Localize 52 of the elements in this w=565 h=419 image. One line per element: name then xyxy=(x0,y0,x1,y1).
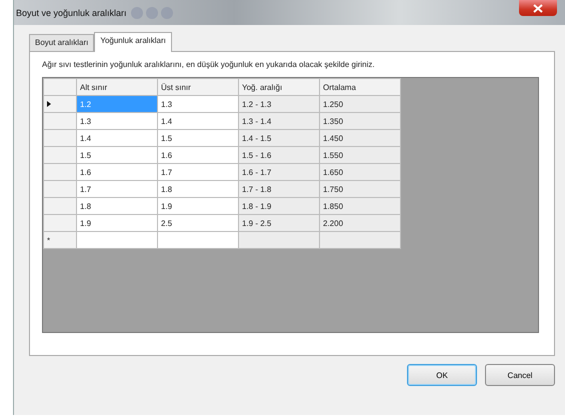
table-cell[interactable]: 1.850 xyxy=(320,198,400,214)
table-cell[interactable] xyxy=(158,232,238,248)
table-cell[interactable]: 1.5 xyxy=(158,130,238,146)
table-cell[interactable]: 1.2 - 1.3 xyxy=(238,96,320,112)
close-button[interactable] xyxy=(519,0,557,16)
table-cell[interactable]: 2.5 xyxy=(158,214,238,232)
table-cell[interactable] xyxy=(238,232,320,248)
table-cell[interactable]: 1.8 xyxy=(76,198,158,214)
table-cell[interactable] xyxy=(320,232,400,248)
table-cell[interactable]: 1.5 - 1.6 xyxy=(238,146,320,164)
table-cell[interactable]: 1.8 - 1.9 xyxy=(238,198,320,214)
table-cell[interactable] xyxy=(76,232,158,248)
table-cell[interactable]: 1.9 xyxy=(76,214,158,232)
table-cell[interactable]: 1.250 xyxy=(320,96,400,112)
table-cell[interactable]: 1.9 xyxy=(158,198,238,214)
table-cell[interactable]: 1.550 xyxy=(320,146,400,164)
table-cell[interactable]: 2.200 xyxy=(320,214,400,232)
table-cell[interactable]: 1.7 xyxy=(76,180,158,198)
table-cell[interactable]: 1.450 xyxy=(320,130,400,146)
table-cell[interactable]: 1.7 xyxy=(158,164,238,180)
instruction-text: Ağır sıvı testlerinin yoğunluk aralıklarını, en düşük yoğunluk en yukarıda olacak şekilde giriniz. xyxy=(42,60,376,69)
table-cell[interactable]: 1.6 - 1.7 xyxy=(238,164,320,180)
table-cell[interactable]: 1.4 - 1.5 xyxy=(238,130,320,146)
table-cell[interactable]: 1.350 xyxy=(320,112,400,130)
tab[interactable]: Boyut aralıkları xyxy=(29,34,94,51)
table-cell[interactable]: 1.4 xyxy=(76,130,158,146)
table-cell[interactable]: 1.8 xyxy=(158,180,238,198)
tab[interactable]: Yoğunluk aralıkları xyxy=(94,32,172,52)
table-cell[interactable]: 1.9 - 2.5 xyxy=(238,214,320,232)
table-cell[interactable]: 1.3 xyxy=(158,96,238,112)
title-bar-icons xyxy=(130,6,173,18)
table-cell[interactable]: 1.650 xyxy=(320,164,400,180)
column-header[interactable]: Alt sınır xyxy=(76,78,158,96)
table-cell[interactable]: 1.6 xyxy=(158,146,238,164)
table-cell[interactable]: 1.5 xyxy=(76,146,158,164)
row-header-corner xyxy=(44,78,76,96)
ok-button[interactable]: OK xyxy=(407,364,477,386)
table-cell[interactable]: 1.7 - 1.8 xyxy=(238,180,320,198)
table-cell[interactable]: 1.4 xyxy=(158,112,238,130)
table-cell[interactable]: 1.6 xyxy=(76,164,158,180)
cancel-button[interactable]: Cancel xyxy=(485,364,555,386)
close-icon xyxy=(533,4,543,12)
table-cell[interactable]: 1.750 xyxy=(320,180,400,198)
column-header[interactable]: Yoğ. aralığı xyxy=(238,78,320,96)
window-title: Boyut ve yoğunluk aralıkları xyxy=(16,8,127,18)
current-row-icon xyxy=(47,100,51,106)
column-header[interactable]: Üst sınır xyxy=(158,78,238,96)
column-header[interactable]: Ortalama xyxy=(320,78,400,96)
table-cell[interactable]: 1.3 - 1.4 xyxy=(238,112,320,130)
new-row-marker: * xyxy=(44,232,76,248)
row-header[interactable] xyxy=(44,96,76,112)
table-cell[interactable]: 1.3 xyxy=(76,112,158,130)
